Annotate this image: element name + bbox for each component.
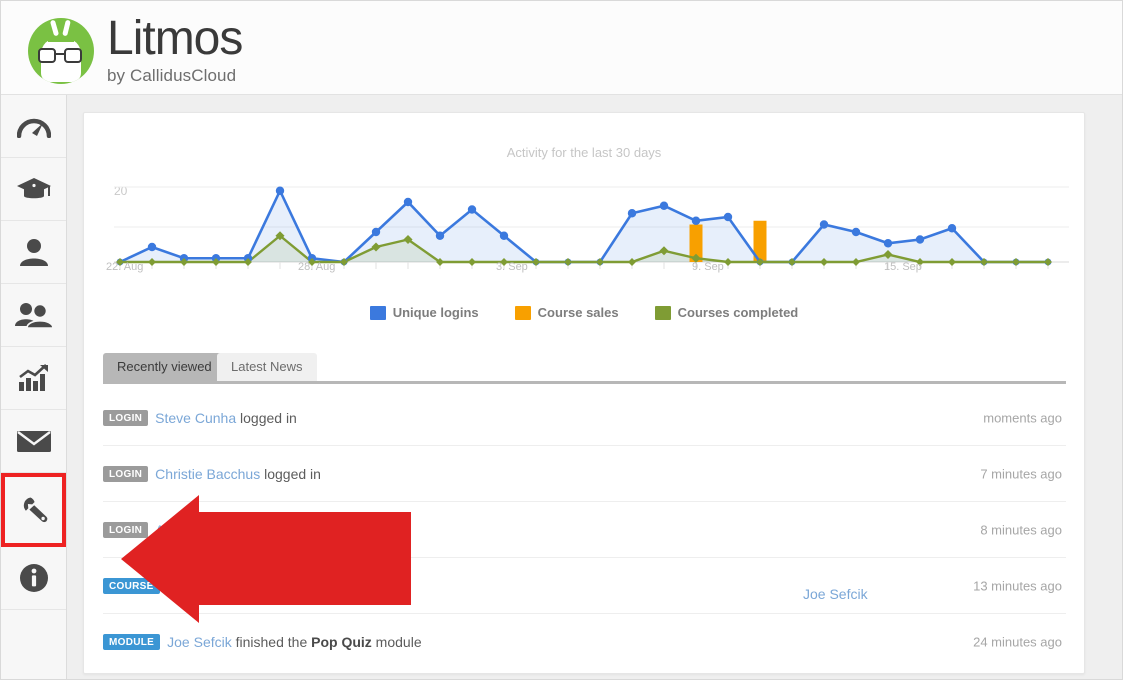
chart-plot-area [114, 186, 1069, 269]
chart-x-tick-1: 28. Aug [298, 261, 336, 273]
sidebar-item-people[interactable] [1, 221, 66, 284]
main-content: Activity for the last 30 days 20 22. Aug… [67, 95, 1122, 679]
person-icon [19, 237, 49, 267]
activity-text: Steve Cunha logged in [155, 409, 297, 426]
info-icon [19, 563, 49, 593]
activity-user-link[interactable]: Joe Sefcik [803, 586, 868, 602]
activity-row[interactable]: COURSE Joe Sefcik 13 minutes ago [103, 558, 1066, 614]
activity-timestamp: 7 minutes ago [980, 466, 1062, 481]
graduation-cap-icon [16, 175, 52, 203]
legend-item-unique-logins[interactable]: Unique logins [369, 305, 479, 320]
activity-user-link[interactable]: Adam Wainwright [155, 522, 264, 538]
chart-x-tick-4: 15. Sep [884, 261, 922, 273]
legend-swatch-course-sales [514, 305, 531, 320]
brand-tagline: by CallidusCloud [107, 66, 237, 85]
brand-logo[interactable]: Litmos by CallidusCloud [28, 12, 243, 86]
activity-user-link[interactable]: Christie Bacchus [155, 466, 260, 482]
activity-user-link[interactable]: Joe Sefcik [167, 634, 232, 650]
activity-row[interactable]: LOGIN Steve Cunha logged in moments ago [103, 390, 1066, 446]
bar-chart-icon [18, 364, 50, 392]
activity-user-link[interactable]: Steve Cunha [155, 410, 236, 426]
activity-row[interactable]: LOGIN Adam Wainwright logged in 8 minutes … [103, 502, 1066, 558]
legend-item-course-sales[interactable]: Course sales [514, 305, 619, 320]
activity-object-name: Pop Quiz [311, 633, 372, 650]
sidebar-item-reports[interactable] [1, 347, 66, 410]
panel-tabs: Recently viewed Latest News [103, 353, 1066, 384]
activity-badge-login: LOGIN [103, 409, 149, 426]
activity-badge-login: LOGIN [103, 465, 149, 482]
envelope-icon [16, 429, 52, 453]
sidebar-item-courses[interactable] [1, 158, 66, 221]
app-window: Litmos by CallidusCloud Activity for the… [0, 0, 1123, 680]
activity-timestamp: 13 minutes ago [973, 578, 1062, 593]
activity-text: Adam Wainwright logged in [155, 521, 326, 538]
dashboard-panel: Activity for the last 30 days 20 22. Aug… [83, 112, 1085, 674]
chart-x-tick-2: 3. Sep [496, 261, 528, 273]
litmos-mascot-icon [28, 17, 94, 84]
activity-list: LOGIN Steve Cunha logged in moments ago LOG… [103, 390, 1066, 669]
activity-badge-course: COURSE [103, 577, 160, 594]
main-sidebar [1, 95, 67, 679]
people-icon [14, 301, 53, 329]
legend-swatch-unique-logins [369, 305, 386, 320]
legend-swatch-courses-completed [654, 305, 671, 320]
wrench-icon [18, 494, 50, 526]
sidebar-item-messages[interactable] [1, 410, 66, 473]
glasses-icon [37, 47, 85, 64]
activity-badge-login: LOGIN [103, 521, 149, 538]
sidebar-item-help[interactable] [1, 547, 66, 610]
legend-label-unique-logins: Unique logins [392, 305, 479, 320]
chart-x-tick-3: 9. Sep [692, 261, 724, 273]
activity-timestamp: 8 minutes ago [980, 522, 1062, 537]
sidebar-item-teams[interactable] [1, 284, 66, 347]
activity-row[interactable]: LOGIN Christie Bacchus logged in 7 minutes… [103, 446, 1066, 502]
sidebar-item-dashboard[interactable] [1, 95, 66, 158]
activity-badge-module: MODULE [103, 633, 161, 650]
app-header: Litmos by CallidusCloud [1, 1, 1122, 95]
speedometer-icon [16, 114, 51, 138]
activity-row[interactable]: MODULE Joe Sefcik finished the Pop Quiz m… [103, 614, 1066, 669]
sidebar-item-settings[interactable] [1, 473, 66, 547]
tab-recently-viewed[interactable]: Recently viewed [103, 353, 226, 381]
legend-label-courses-completed: Courses completed [677, 305, 799, 320]
legend-label-course-sales: Course sales [537, 305, 619, 320]
chart-x-tick-0: 22. Aug [106, 261, 144, 273]
activity-timestamp: moments ago [983, 410, 1062, 425]
activity-chart: Activity for the last 30 days 20 22. Aug… [84, 113, 1084, 320]
activity-text: Christie Bacchus logged in [155, 465, 321, 482]
activity-timestamp: 24 minutes ago [973, 634, 1062, 649]
tab-latest-news[interactable]: Latest News [217, 353, 317, 381]
chart-legend: Unique logins Course sales Courses compl… [84, 305, 1084, 320]
legend-item-courses-completed[interactable]: Courses completed [654, 305, 799, 320]
brand-name: Litmos [107, 12, 243, 65]
activity-text: Joe Sefcik finished the Pop Quiz module [167, 633, 422, 650]
